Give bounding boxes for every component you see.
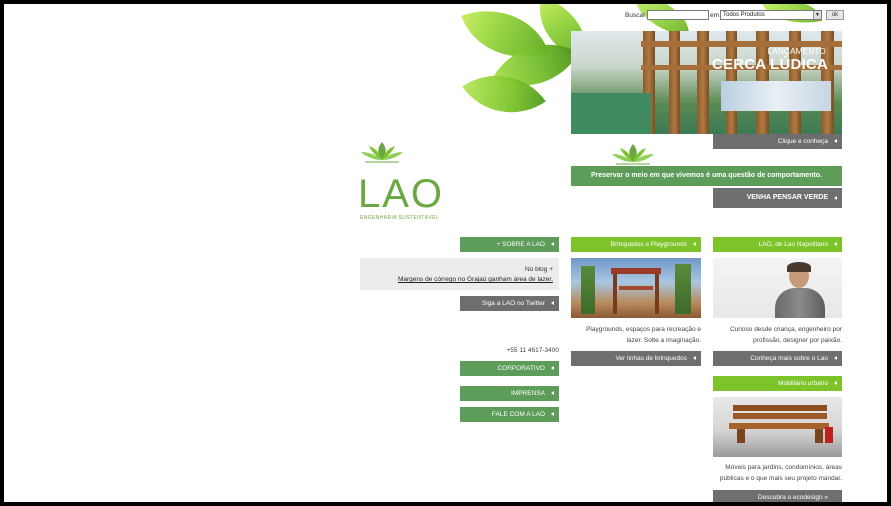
lotus-icon (612, 144, 654, 165)
search-input[interactable] (647, 10, 709, 20)
hero-banner-image[interactable]: LANÇAMENTO CERCA LÚDICA (571, 31, 842, 134)
arrow-left-icon (834, 242, 837, 246)
arrow-left-icon (834, 356, 837, 360)
green-thinking-button[interactable]: VENHA PENSAR VERDE (713, 188, 842, 208)
playgrounds-text: Playgrounds, espaços para recreação e la… (586, 326, 701, 344)
about-lao-button[interactable]: + SOBRE A LAO (460, 237, 559, 252)
hero-title-line1: LANÇAMENTO (767, 47, 826, 56)
green-thinking-label: VENHA PENSAR VERDE (746, 194, 828, 201)
furniture-header[interactable]: Mobiliário urbano (713, 376, 842, 391)
search-scope-value: Todos Produtos (723, 12, 765, 18)
blog-title: No blog + (524, 266, 553, 273)
playgrounds-cta-button[interactable]: Ver linhas de brinquedos (571, 351, 701, 366)
arrow-left-icon (551, 391, 554, 395)
arrow-left-icon (693, 356, 696, 360)
founder-cta-label: Conheça mais sobre o Lao (750, 355, 828, 362)
twitter-label: Siga a LAO no Twitter (481, 300, 545, 307)
logo-subtitle: ENGENHARIA SUSTENTÁVEL (360, 215, 440, 221)
contact-button[interactable]: FALE COM A LAO (460, 407, 559, 422)
playgrounds-header[interactable]: Brinquedos e Playgrounds (571, 237, 701, 252)
lotus-icon (361, 142, 403, 163)
search-scope-select[interactable]: Todos Produtos ▼ (720, 10, 822, 20)
furniture-text: Móveis para jardins, condomínios, áreas … (719, 464, 842, 482)
corporate-button[interactable]: CORPORATIVO (460, 361, 559, 376)
search-in-label: em (710, 12, 720, 19)
tagline-banner: Preservar o meio em que vivemos é uma qu… (571, 166, 842, 186)
blog-post-link[interactable]: Margens de córrego no Grajaú ganham área… (398, 276, 553, 283)
arrow-left-icon (834, 139, 837, 143)
twitter-button[interactable]: Siga a LAO no Twitter (460, 296, 559, 311)
about-lao-label: + SOBRE A LAO (496, 241, 545, 248)
hero-title-line2: CERCA LÚDICA (711, 56, 828, 73)
founder-portrait-image[interactable] (713, 258, 842, 318)
arrow-left-icon (551, 242, 554, 246)
web-page: Buscar em Todos Produtos ▼ ok LANÇAMENTO… (4, 4, 887, 502)
bench-image[interactable] (713, 397, 842, 457)
window-frame: Buscar em Todos Produtos ▼ ok LANÇAMENTO… (0, 0, 891, 506)
founder-header[interactable]: LAO, de Lao Napolitano (713, 237, 842, 252)
search-submit-button[interactable]: ok (826, 10, 844, 20)
furniture-cta-button[interactable]: Descubra o ecodesign « (713, 490, 842, 502)
arrow-left-icon (551, 366, 554, 370)
furniture-cta-label: Descubra o ecodesign « (757, 494, 828, 501)
arrow-left-icon (834, 195, 837, 200)
playgrounds-header-label: Brinquedos e Playgrounds (610, 241, 687, 248)
arrow-left-icon (551, 412, 554, 416)
press-label: IMPRENSA (511, 390, 545, 397)
founder-cta-button[interactable]: Conheça mais sobre o Lao (713, 351, 842, 366)
phone-number: +55 11 4617-3400 (506, 347, 559, 354)
hero-cta-label: Clique e conheça (777, 138, 828, 145)
founder-text: Curioso desde criança, engenheiro por pr… (729, 326, 842, 344)
arrow-left-icon (834, 381, 837, 385)
chevron-down-icon: ▼ (813, 11, 821, 19)
arrow-left-icon (693, 242, 696, 246)
playgrounds-cta-label: Ver linhas de brinquedos (615, 355, 687, 362)
founder-header-label: LAO, de Lao Napolitano (758, 241, 828, 248)
playground-image[interactable] (571, 258, 701, 318)
hero-cta-button[interactable]: Clique e conheça (713, 134, 842, 149)
logo[interactable]: LAO (358, 174, 444, 214)
contact-label: FALE COM A LAO (491, 411, 545, 418)
arrow-left-icon (551, 301, 554, 305)
furniture-header-label: Mobiliário urbano (778, 380, 828, 387)
blog-box: No blog + Margens de córrego no Grajaú g… (360, 258, 559, 290)
press-button[interactable]: IMPRENSA (460, 386, 559, 401)
corporate-label: CORPORATIVO (497, 365, 545, 372)
search-label: Buscar (625, 12, 646, 19)
